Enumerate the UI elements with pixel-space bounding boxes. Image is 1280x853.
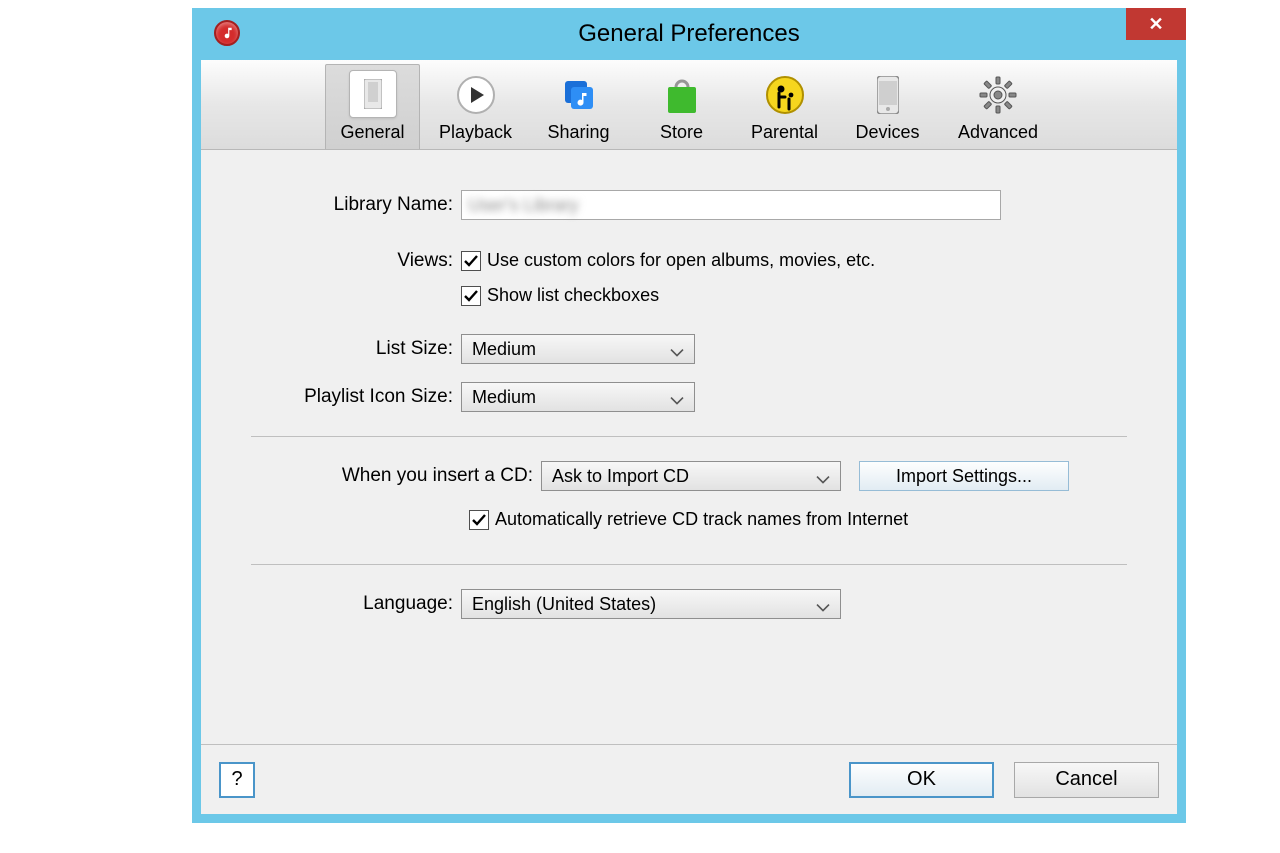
- library-name-label: Library Name:: [221, 194, 461, 216]
- separator: [251, 564, 1127, 565]
- close-button[interactable]: ✕: [1126, 8, 1186, 40]
- custom-colors-option: Use custom colors for open albums, movie…: [461, 250, 875, 271]
- content-area: General Playback Sharing Store: [201, 60, 1177, 814]
- tab-label: Sharing: [547, 122, 609, 143]
- library-name-row: Library Name: User's Library: [221, 190, 1157, 220]
- chevron-down-icon: [670, 389, 684, 410]
- tab-playback[interactable]: Playback: [428, 64, 523, 149]
- list-size-row: List Size: Medium: [221, 334, 1157, 364]
- tab-general[interactable]: General: [325, 64, 420, 149]
- playlist-icon-value: Medium: [472, 387, 536, 408]
- window-title: General Preferences: [578, 20, 799, 48]
- app-icon: [214, 20, 240, 46]
- insert-cd-value: Ask to Import CD: [552, 466, 689, 487]
- titlebar: General Preferences ✕: [192, 8, 1186, 60]
- playlist-icon-label: Playlist Icon Size:: [221, 386, 461, 408]
- general-icon: [349, 70, 397, 118]
- views-row: Views: Use custom colors for open albums…: [221, 250, 1157, 316]
- insert-cd-label: When you insert a CD:: [221, 465, 541, 487]
- chevron-down-icon: [670, 341, 684, 362]
- insert-cd-row: When you insert a CD: Ask to Import CD I…: [221, 461, 1157, 491]
- views-label: Views:: [221, 250, 461, 272]
- tab-devices[interactable]: Devices: [840, 64, 935, 149]
- playlist-icon-row: Playlist Icon Size: Medium: [221, 382, 1157, 412]
- devices-icon: [865, 72, 911, 118]
- auto-retrieve-row: Automatically retrieve CD track names fr…: [221, 509, 1157, 540]
- auto-retrieve-option: Automatically retrieve CD track names fr…: [469, 509, 908, 530]
- list-size-label: List Size:: [221, 338, 461, 360]
- checkmark-icon: [463, 253, 479, 269]
- language-label: Language:: [221, 593, 461, 615]
- close-icon: ✕: [1148, 14, 1163, 35]
- separator: [251, 436, 1127, 437]
- auto-retrieve-label: Automatically retrieve CD track names fr…: [495, 509, 908, 530]
- chevron-down-icon: [816, 596, 830, 617]
- playlist-icon-select[interactable]: Medium: [461, 382, 695, 412]
- tab-parental[interactable]: Parental: [737, 64, 832, 149]
- sharing-icon: [556, 72, 602, 118]
- checkmark-icon: [463, 288, 479, 304]
- ok-label: OK: [907, 768, 936, 791]
- help-icon: ?: [231, 768, 242, 791]
- import-settings-button[interactable]: Import Settings...: [859, 461, 1069, 491]
- tab-store[interactable]: Store: [634, 64, 729, 149]
- cancel-label: Cancel: [1055, 768, 1117, 791]
- library-name-value: User's Library: [468, 195, 578, 216]
- language-select[interactable]: English (United States): [461, 589, 841, 619]
- tab-advanced[interactable]: Advanced: [943, 64, 1053, 149]
- chevron-down-icon: [816, 468, 830, 489]
- language-row: Language: English (United States): [221, 589, 1157, 619]
- preferences-toolbar: General Playback Sharing Store: [201, 60, 1177, 150]
- library-name-input[interactable]: User's Library: [461, 190, 1001, 220]
- ok-button[interactable]: OK: [849, 762, 994, 798]
- advanced-icon: [975, 72, 1021, 118]
- preferences-window: General Preferences ✕ General Playback: [192, 8, 1186, 823]
- show-checkboxes-checkbox[interactable]: [461, 286, 481, 306]
- views-options: Use custom colors for open albums, movie…: [461, 250, 875, 316]
- tab-label: Store: [660, 122, 703, 143]
- help-button[interactable]: ?: [219, 762, 255, 798]
- tab-label: Devices: [855, 122, 919, 143]
- auto-retrieve-checkbox[interactable]: [469, 510, 489, 530]
- store-icon: [659, 72, 705, 118]
- tab-sharing[interactable]: Sharing: [531, 64, 626, 149]
- custom-colors-label: Use custom colors for open albums, movie…: [487, 250, 875, 271]
- form-area: Library Name: User's Library Views: Use …: [201, 150, 1177, 657]
- parental-icon: [762, 72, 808, 118]
- insert-cd-select[interactable]: Ask to Import CD: [541, 461, 841, 491]
- tab-label: General: [340, 122, 404, 143]
- custom-colors-checkbox[interactable]: [461, 251, 481, 271]
- list-size-value: Medium: [472, 339, 536, 360]
- playback-icon: [453, 72, 499, 118]
- tab-label: Advanced: [958, 122, 1038, 143]
- checkmark-icon: [471, 512, 487, 528]
- show-checkboxes-option: Show list checkboxes: [461, 285, 875, 306]
- tab-label: Parental: [751, 122, 818, 143]
- tab-label: Playback: [439, 122, 512, 143]
- cancel-button[interactable]: Cancel: [1014, 762, 1159, 798]
- language-value: English (United States): [472, 594, 656, 615]
- dialog-footer: ? OK Cancel: [201, 744, 1177, 814]
- show-checkboxes-label: Show list checkboxes: [487, 285, 659, 306]
- import-settings-label: Import Settings...: [896, 466, 1032, 487]
- list-size-select[interactable]: Medium: [461, 334, 695, 364]
